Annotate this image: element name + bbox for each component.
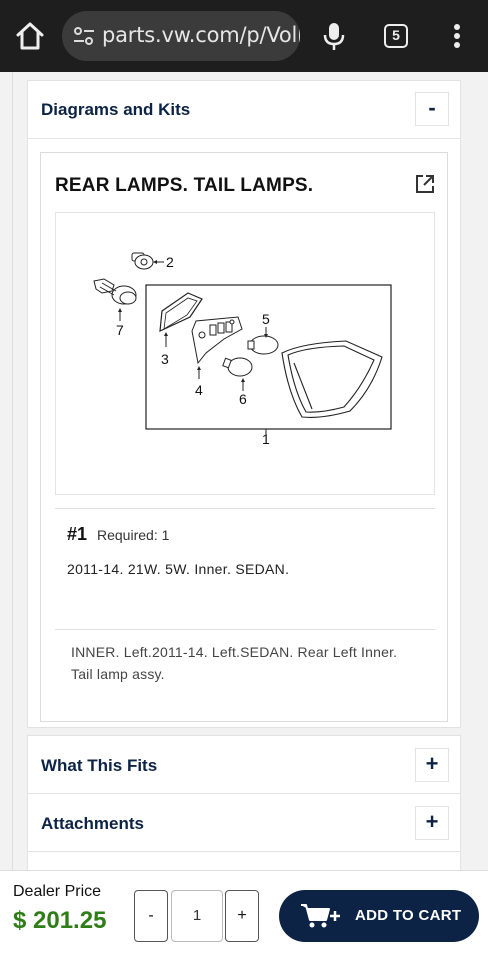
callout-2: 2 (166, 254, 174, 270)
microphone-icon[interactable] (320, 20, 348, 52)
parts-diagram[interactable]: 2 7 3 4 5 6 1 (55, 212, 435, 495)
external-link-icon[interactable] (415, 174, 435, 194)
decrease-quantity-button[interactable]: - (134, 890, 168, 942)
callout-7: 7 (116, 322, 124, 338)
site-settings-icon[interactable] (72, 24, 96, 48)
dealer-price-label: Dealer Price (13, 883, 102, 900)
home-icon[interactable] (14, 20, 46, 52)
url-text: parts.vw.com/p/Volks (102, 23, 300, 47)
diagram-title: REAR LAMPS. TAIL LAMPS. (55, 175, 314, 196)
add-to-cart-button[interactable]: ADD TO CART (279, 890, 479, 942)
part-variant: 2011-14. 21W. 5W. Inner. SEDAN. (67, 561, 290, 577)
parts-diagram-drawing: 2 7 3 4 5 6 1 (93, 252, 392, 447)
more-vert-icon[interactable] (446, 20, 468, 52)
attachments-section[interactable]: Attachments + (27, 793, 461, 852)
tab-switcher-icon[interactable]: 5 (384, 24, 408, 48)
increase-quantity-button[interactable]: + (225, 890, 259, 942)
add-to-cart-label: ADD TO CART (355, 907, 462, 924)
required-quantity: Required: 1 (97, 527, 170, 543)
callout-6: 6 (239, 391, 247, 407)
callout-4: 4 (195, 382, 203, 398)
address-bar[interactable]: parts.vw.com/p/Volks (62, 11, 300, 61)
next-section[interactable] (27, 851, 461, 870)
diagrams-section-title: Diagrams and Kits (41, 100, 191, 119)
divider (55, 508, 435, 509)
attachments-title: Attachments (41, 814, 144, 833)
diagrams-section-header[interactable]: Diagrams and Kits - (28, 81, 460, 139)
page-content: Diagrams and Kits - REAR LAMPS. TAIL LAM… (0, 72, 488, 870)
part-reference-number: #1 (67, 524, 88, 544)
what-this-fits-section[interactable]: What This Fits + (27, 735, 461, 794)
callout-5: 5 (262, 311, 270, 327)
callout-1: 1 (262, 431, 270, 447)
expand-fits-button[interactable]: + (415, 748, 449, 782)
diagram-card: REAR LAMPS. TAIL LAMPS. 2 7 3 4 5 6 1 #1… (40, 152, 448, 722)
dealer-price-value: $ 201.25 (13, 907, 107, 934)
purchase-bar: Dealer Price $ 201.25 - 1 + ADD TO CART (0, 870, 488, 960)
expand-attachments-button[interactable]: + (415, 806, 449, 840)
callout-3: 3 (161, 351, 169, 367)
browser-toolbar: parts.vw.com/p/Volks 5 (0, 0, 488, 72)
what-this-fits-title: What This Fits (41, 756, 158, 775)
page-divider (12, 72, 13, 870)
add-cart-icon (299, 902, 343, 930)
divider (55, 629, 435, 630)
part-description: INNER. Left.2011-14. Left.SEDAN. Rear Le… (71, 644, 398, 682)
quantity-input[interactable]: 1 (171, 890, 223, 942)
collapse-diagrams-button[interactable]: - (415, 92, 449, 126)
